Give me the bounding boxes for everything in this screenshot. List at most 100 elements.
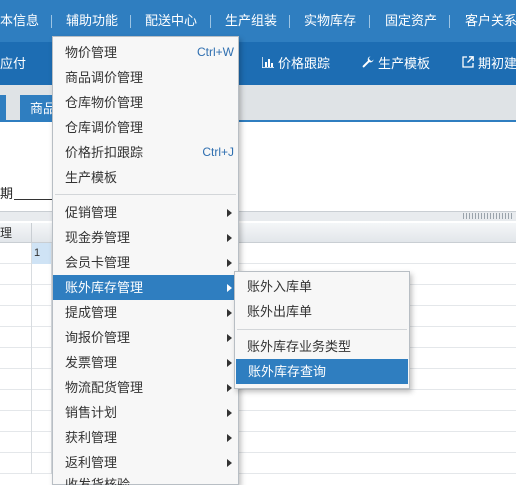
menu-item-profit-management[interactable]: 获利管理: [53, 425, 238, 450]
table-cell: [0, 306, 32, 327]
menu-item-label: 商品调价管理: [65, 70, 144, 85]
menu-item-label: 提成管理: [65, 305, 118, 320]
toolbar-price-tracking-button[interactable]: 价格跟踪: [261, 42, 331, 86]
topmenu-separator: [289, 15, 290, 28]
external-link-icon: [462, 43, 474, 86]
topmenu-fixed-assets[interactable]: 固定资产: [385, 0, 437, 42]
topmenu-separator: [369, 15, 370, 28]
toolbar-price-tracking-label: 价格跟踪: [278, 56, 331, 71]
table-cell[interactable]: [32, 306, 52, 327]
table-cell: [0, 390, 32, 411]
menu-item-label: 物流配货管理: [65, 380, 144, 395]
topmenu-customer-relations[interactable]: 客户关系: [465, 0, 516, 42]
table-cell[interactable]: [32, 327, 52, 348]
submenu-item-off-book-inventory-query[interactable]: 账外库存查询: [236, 359, 408, 384]
submenu-arrow-icon: [227, 409, 232, 417]
topmenu-separator: [210, 15, 211, 28]
toolbar-opening-setup-button[interactable]: 期初建: [462, 42, 516, 85]
menu-item-label: 现金券管理: [65, 230, 131, 245]
topmenu-basic-info[interactable]: 本信息: [0, 0, 39, 42]
auxiliary-functions-dropdown: 物价管理 Ctrl+W 商品调价管理 仓库物价管理 仓库调价管理 价格折扣跟踪 Ct…: [52, 36, 239, 485]
date-field-underline[interactable]: [14, 199, 54, 200]
menu-item-price-management[interactable]: 物价管理 Ctrl+W: [53, 40, 238, 65]
bar-chart-icon: [261, 43, 274, 86]
table-cell[interactable]: [32, 348, 52, 369]
table-cell[interactable]: [32, 264, 52, 285]
menu-item-rebate-management[interactable]: 返利管理: [53, 450, 238, 475]
table-cell: [0, 369, 32, 390]
submenu-arrow-icon: [227, 434, 232, 442]
toolbar-production-template-button[interactable]: 生产模板: [362, 42, 430, 85]
menu-item-label: 仓库物价管理: [65, 95, 144, 110]
table-cell[interactable]: [32, 390, 52, 411]
menu-item-shortcut: Ctrl+W: [197, 45, 234, 59]
toolbar-opening-setup-label: 期初建: [478, 56, 516, 71]
menu-item-warehouse-price-adjustment[interactable]: 仓库调价管理: [53, 115, 238, 140]
menu-item-off-book-inventory-management[interactable]: 账外库存管理: [53, 275, 238, 300]
table-cell: [0, 285, 32, 306]
topmenu-separator: [130, 15, 131, 28]
table-cell[interactable]: [32, 369, 52, 390]
table-cell: [0, 432, 32, 453]
menu-divider: [237, 329, 407, 330]
menu-item-production-template[interactable]: 生产模板: [53, 165, 238, 190]
toolbar-production-template-label: 生产模板: [378, 56, 431, 71]
menu-item-shortcut: Ctrl+J: [202, 145, 234, 159]
topmenu-separator: [449, 15, 450, 28]
menu-item-label: 发票管理: [65, 355, 118, 370]
submenu-arrow-icon: [227, 334, 232, 342]
submenu-item-off-book-outbound-order[interactable]: 账外出库单: [235, 299, 409, 324]
table-cell[interactable]: 1: [32, 243, 52, 264]
menu-item-inquiry-quotation-management[interactable]: 询报价管理: [53, 325, 238, 350]
menu-item-invoice-management[interactable]: 发票管理: [53, 350, 238, 375]
menu-item-label: 物价管理: [65, 45, 118, 60]
table-cell[interactable]: [32, 432, 52, 453]
table-cell: [0, 327, 32, 348]
wrench-icon: [362, 43, 374, 86]
menu-item-label: 询报价管理: [65, 330, 131, 345]
menu-item-label: 获利管理: [65, 430, 118, 445]
submenu-arrow-icon: [227, 384, 232, 392]
menu-item-shipping-receiving-verification[interactable]: 收发货核验: [53, 475, 238, 485]
off-book-inventory-submenu: 账外入库单 账外出库单 账外库存业务类型 账外库存查询: [234, 271, 410, 389]
submenu-item-off-book-inventory-business-type[interactable]: 账外库存业务类型: [235, 334, 409, 359]
table-cell: [0, 453, 32, 474]
table-cell: [0, 264, 32, 285]
grid-header-cell[interactable]: 理: [0, 223, 32, 243]
menu-item-membership-card-management[interactable]: 会员卡管理: [53, 250, 238, 275]
submenu-arrow-icon: [227, 234, 232, 242]
menu-item-label: 仓库调价管理: [65, 120, 144, 135]
table-cell: [0, 243, 32, 264]
menu-item-logistics-distribution-management[interactable]: 物流配货管理: [53, 375, 238, 400]
date-label: 期: [0, 186, 14, 201]
table-cell: [0, 411, 32, 432]
menu-item-label: 返利管理: [65, 455, 118, 470]
submenu-item-off-book-inbound-order[interactable]: 账外入库单: [235, 274, 409, 299]
submenu-arrow-icon: [227, 259, 232, 267]
menu-item-label: 收发货核验: [65, 477, 131, 485]
table-cell[interactable]: [32, 411, 52, 432]
tab-home[interactable]: [0, 95, 6, 122]
menu-item-warehouse-price-management[interactable]: 仓库物价管理: [53, 90, 238, 115]
topmenu-separator: [51, 15, 52, 28]
menu-item-sales-plan[interactable]: 销售计划: [53, 400, 238, 425]
menu-item-price-discount-tracking[interactable]: 价格折扣跟踪 Ctrl+J: [53, 140, 238, 165]
submenu-arrow-icon: [227, 459, 232, 467]
menu-divider: [55, 194, 236, 195]
menu-item-label: 会员卡管理: [65, 255, 131, 270]
menu-item-label: 价格折扣跟踪: [65, 145, 144, 160]
toolbar-payables-label: 应付: [0, 56, 27, 71]
menu-item-commission-management[interactable]: 提成管理: [53, 300, 238, 325]
menu-item-product-price-adjustment[interactable]: 商品调价管理: [53, 65, 238, 90]
menu-item-label: 生产模板: [65, 170, 118, 185]
topmenu-physical-inventory[interactable]: 实物库存: [304, 0, 356, 42]
menu-item-promotion-management[interactable]: 促销管理: [53, 200, 238, 225]
menu-item-label: 账外库存管理: [65, 280, 144, 295]
menu-item-cash-voucher-management[interactable]: 现金券管理: [53, 225, 238, 250]
toolbar-payables-button[interactable]: 应付: [0, 42, 26, 85]
table-cell[interactable]: [32, 453, 52, 474]
table-cell[interactable]: [32, 285, 52, 306]
submenu-arrow-icon: [227, 359, 232, 367]
splitter-grip[interactable]: [463, 213, 513, 219]
submenu-arrow-icon: [227, 309, 232, 317]
